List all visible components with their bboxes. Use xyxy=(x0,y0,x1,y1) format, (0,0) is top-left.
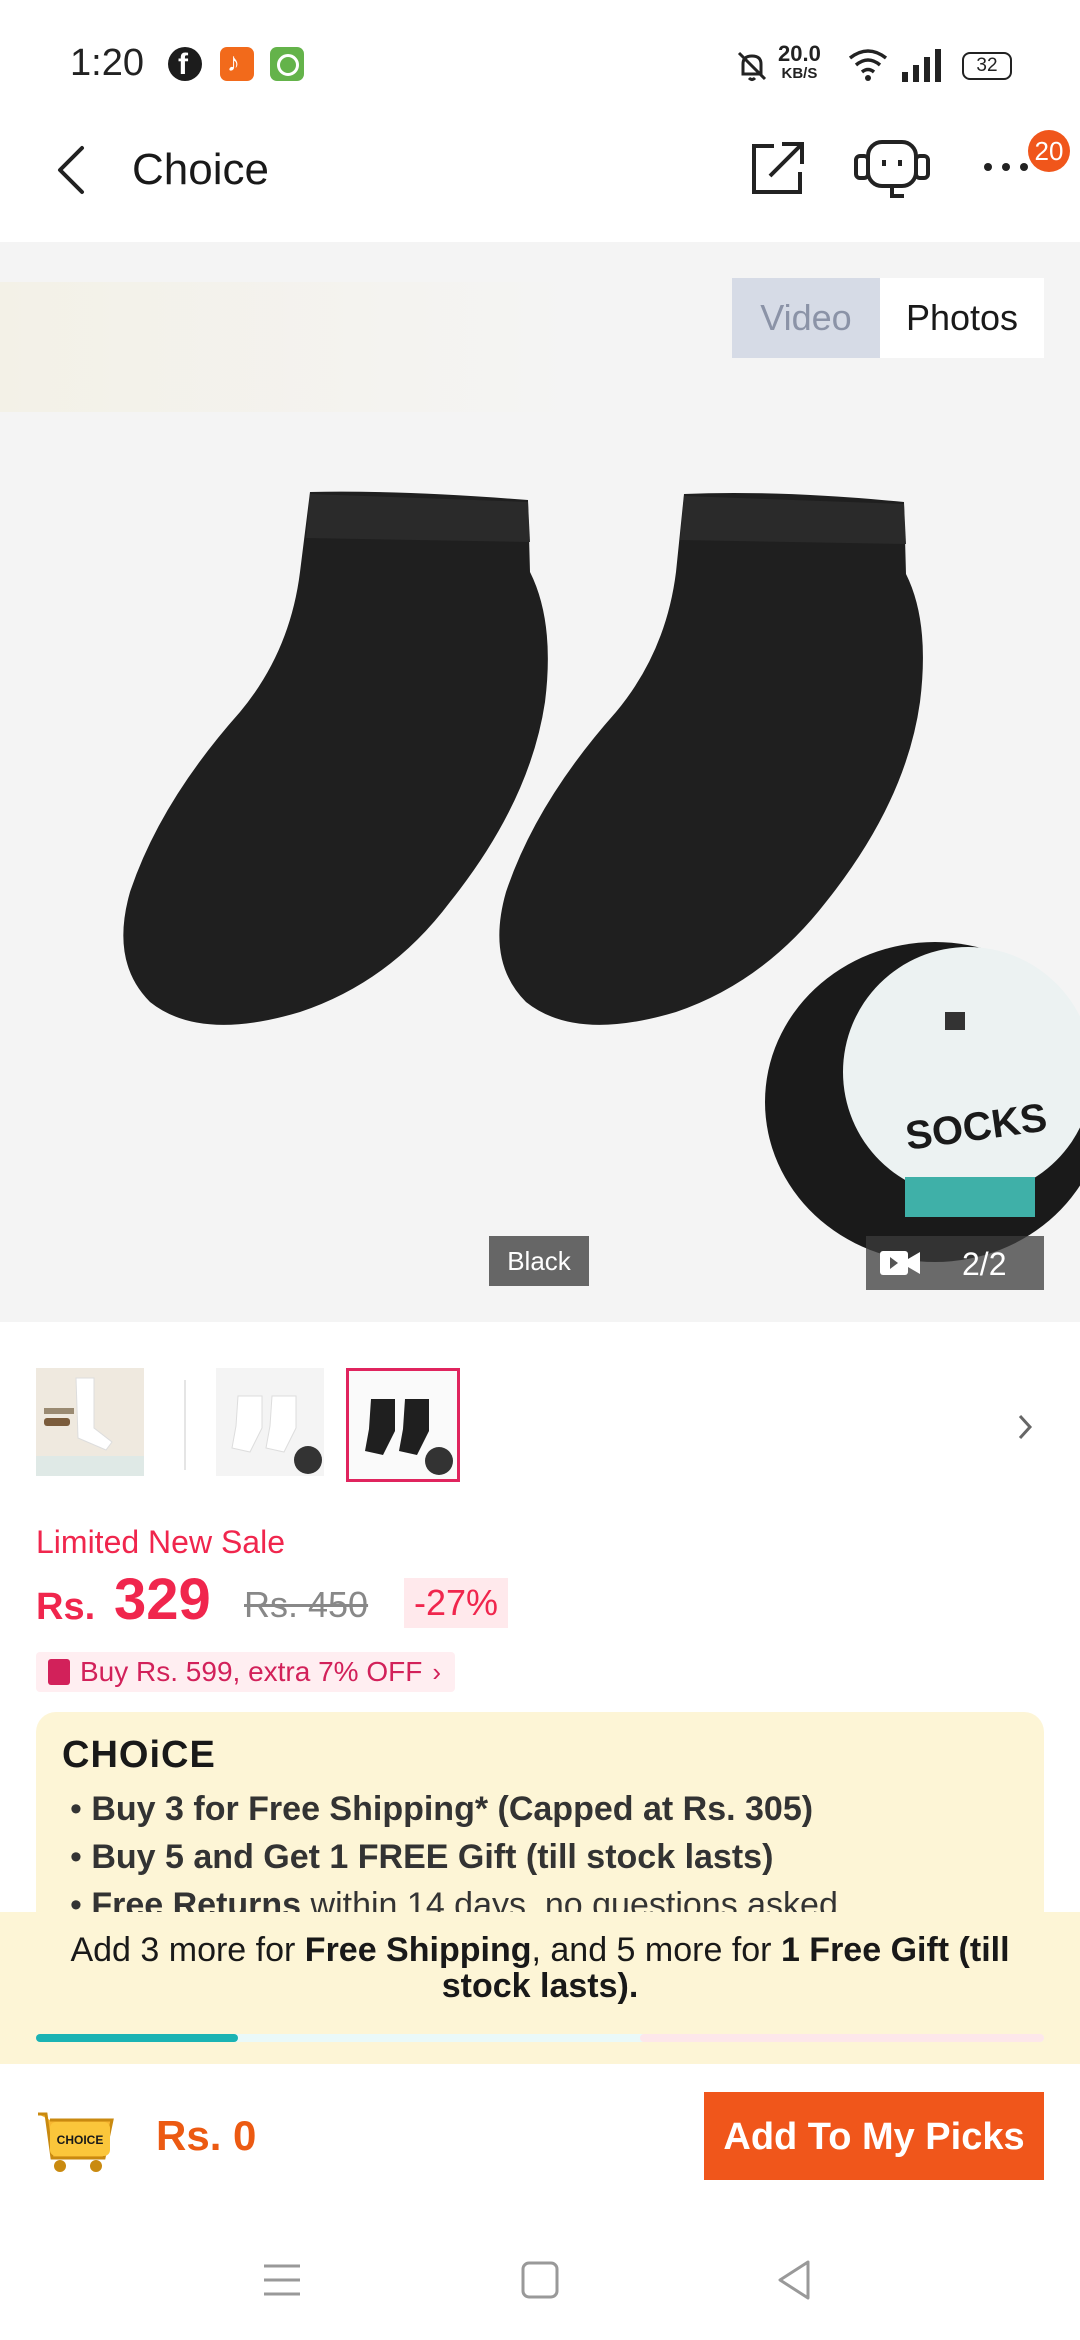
black-socks-image: SOCKS xyxy=(123,491,1080,1262)
coupon-icon xyxy=(48,1659,70,1685)
product-image-gallery[interactable]: SOCKS xyxy=(0,242,1080,1322)
share-icon[interactable] xyxy=(748,138,808,198)
home-icon[interactable] xyxy=(520,2260,560,2300)
thumbnail-strip xyxy=(0,1322,1080,1502)
progress-fill xyxy=(36,2034,238,2042)
free-shipping-message: Add 3 more for Free Shipping, and 5 more… xyxy=(70,1931,1010,2005)
choice-benefits-card[interactable]: CHOiCE • Buy 3 for Free Shipping* (Cappe… xyxy=(36,1712,1044,1932)
discount-badge: -27% xyxy=(404,1578,509,1628)
video-tab[interactable]: Video xyxy=(732,278,880,358)
sale-label: Limited New Sale xyxy=(36,1524,285,1560)
white-socks-thumbnail xyxy=(231,1395,322,1474)
current-price: 329 xyxy=(114,1567,211,1632)
video-camera-icon xyxy=(880,1251,920,1275)
more-options-icon[interactable] xyxy=(982,160,1030,174)
benefit-item: • Buy 3 for Free Shipping* (Capped at Rs… xyxy=(70,1790,814,1828)
menu-icon[interactable] xyxy=(262,2262,302,2298)
photos-tab[interactable]: Photos xyxy=(880,278,1044,358)
thumbnail-1[interactable] xyxy=(36,1368,144,1476)
image-counter-text: 2/2 xyxy=(962,1246,1007,1282)
promo-coupon[interactable]: Buy Rs. 599, extra 7% OFF › xyxy=(36,1652,456,1692)
promo-text: Buy Rs. 599, extra 7% OFF xyxy=(80,1656,423,1687)
signal-icon xyxy=(902,49,941,82)
back-nav-icon[interactable] xyxy=(774,2258,814,2302)
wifi-icon xyxy=(848,49,888,81)
facebook-icon xyxy=(168,47,202,82)
page-title: Choice xyxy=(132,145,269,194)
mute-bell-icon xyxy=(737,51,767,81)
thumbnail-image xyxy=(36,1368,144,1476)
add-to-picks-button[interactable]: Add To My Picks xyxy=(704,2092,1044,2180)
original-price: Rs. 450 xyxy=(244,1584,369,1625)
picks-total: Rs. 0 xyxy=(156,2112,257,2159)
benefit-item: • Buy 5 and Get 1 FREE Gift (till stock … xyxy=(70,1838,774,1876)
chevron-right-icon: › xyxy=(432,1657,442,1687)
image-counter[interactable]: 2/2 xyxy=(866,1236,1044,1290)
variant-label: Black xyxy=(489,1236,589,1286)
chat-app-icon xyxy=(270,47,304,81)
back-arrow-icon[interactable] xyxy=(52,144,92,196)
media-toggle: Video Photos xyxy=(732,278,1044,358)
network-speed: 20.0 KB/S xyxy=(778,41,821,83)
customer-service-icon[interactable] xyxy=(852,134,932,204)
choice-logo: CHOiCE xyxy=(62,1734,216,1776)
choice-cart-icon[interactable]: CHOICE xyxy=(34,2100,116,2174)
notification-badge: 20 xyxy=(1028,130,1070,172)
chevron-right-icon[interactable] xyxy=(1014,1412,1036,1442)
thumbnail-divider xyxy=(184,1380,186,1470)
black-socks-thumbnail xyxy=(365,1399,453,1475)
battery-indicator: 32 xyxy=(962,52,1012,80)
thumbnail-3[interactable] xyxy=(346,1368,460,1482)
progress-gift-segment xyxy=(640,2034,1044,2042)
thumbnail-2[interactable] xyxy=(216,1368,324,1476)
price-currency: Rs. xyxy=(36,1586,96,1628)
status-time: 1:20 xyxy=(70,42,144,84)
cart-icon-label: CHOICE xyxy=(57,2133,104,2147)
tiktok-icon xyxy=(220,47,254,81)
